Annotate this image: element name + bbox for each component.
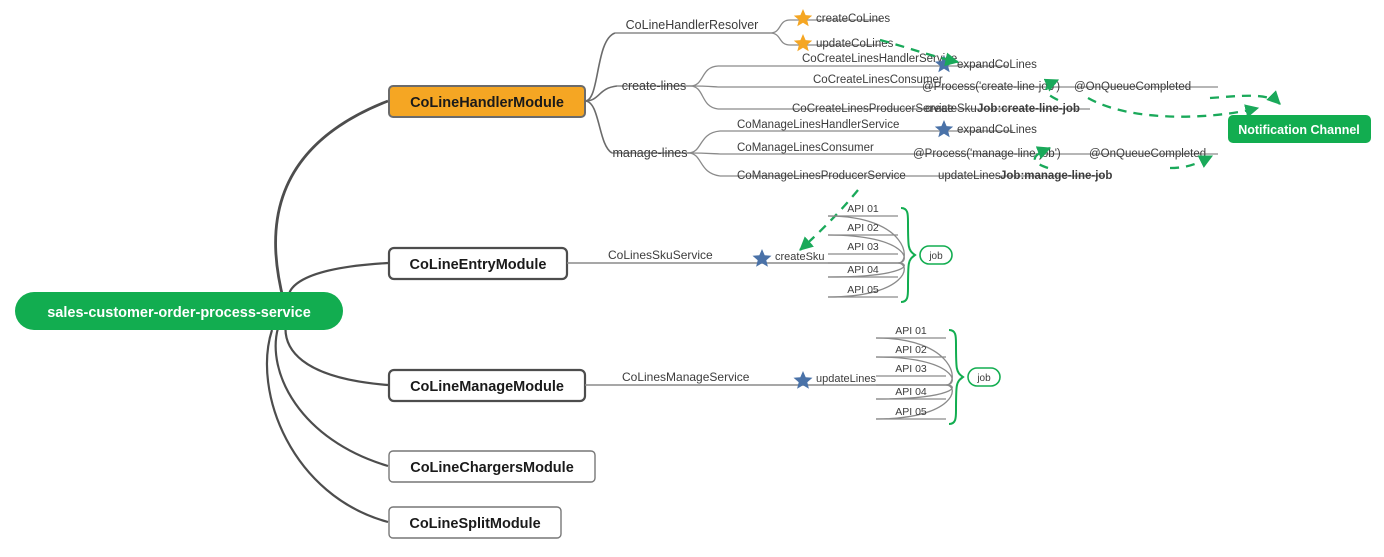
- api-label: API 04: [895, 386, 927, 398]
- entry-module-api-list[interactable]: API 01 API 02 API 03 API 04 API 05: [828, 203, 898, 298]
- service-comanagelinesproducerservice[interactable]: CoManageLinesProducerService updateLines…: [720, 170, 1112, 182]
- api-label: API 05: [895, 406, 927, 418]
- star-icon: [793, 34, 813, 52]
- service-label-comanagelinesproducerservice: CoManageLinesProducerService: [737, 170, 906, 182]
- annotation-onqueuecompleted-manage: @OnQueueCompleted: [1089, 148, 1206, 160]
- module-node-colinehandlermodule[interactable]: CoLineHandlerModule: [388, 85, 586, 118]
- annotation-createsku-producer: createSku: [925, 103, 977, 115]
- module-label-colinechargersmodule: CoLineChargersModule: [410, 460, 574, 476]
- notification-channel-label: Notification Channel: [1238, 123, 1360, 137]
- handler-module-trunk: [584, 32, 618, 154]
- service-label-colinesmanageservice: CoLinesManageService: [622, 370, 750, 384]
- api-label: API 02: [895, 344, 927, 356]
- star-icon: [934, 120, 954, 138]
- root-node-label: sales-customer-order-process-service: [47, 305, 311, 321]
- annotation-onqueuecompleted-create: @OnQueueCompleted: [1074, 81, 1191, 93]
- star-icon: [793, 9, 813, 27]
- branch-label-colinehandlerresolver: CoLineHandlerResolver: [626, 18, 759, 32]
- mindmap-canvas: sales-customer-order-process-service CoL…: [0, 0, 1384, 557]
- module-node-colinechargersmodule[interactable]: CoLineChargersModule: [388, 450, 596, 483]
- notification-channel-node[interactable]: Notification Channel: [1228, 115, 1371, 143]
- annotation-job-manage-line-job: Job:manage-line-job: [1000, 170, 1112, 182]
- api-label: API 05: [847, 284, 879, 296]
- resolver-child-label-createcolines: createCoLines: [816, 13, 890, 25]
- module-label-colinehandlermodule: CoLineHandlerModule: [410, 95, 564, 111]
- service-cocreatelineshandlerservice[interactable]: CoCreateLinesHandlerService expandCoLine…: [718, 53, 1037, 73]
- resolver-child-createcolines[interactable]: createCoLines: [790, 9, 890, 27]
- job-group-label: job: [928, 251, 943, 262]
- service-cocreatelinesproducerservice[interactable]: CoCreateLinesProducerService createSku J…: [718, 103, 1090, 115]
- flow-arrows-longpath: [1087, 97, 1260, 118]
- curve-to-handler-module: [274, 99, 389, 303]
- api-label: API 02: [847, 222, 879, 234]
- branch-manage-lines[interactable]: manage-lines CoManageLinesHandlerService…: [612, 119, 1218, 182]
- annotation-expandcolines-create: expandCoLines: [957, 59, 1037, 71]
- api-label: API 03: [847, 241, 879, 253]
- manage-module-branch[interactable]: CoLinesManageService updateLines: [585, 370, 946, 389]
- branch-create-lines[interactable]: create-lines CoCreateLinesHandlerService…: [617, 53, 1218, 115]
- entry-module-job-group[interactable]: job: [900, 207, 953, 303]
- module-node-colinemanagemodule[interactable]: CoLineManageModule: [387, 368, 587, 403]
- branch-label-manage-lines: manage-lines: [612, 146, 687, 160]
- method-label-updatelines: updateLines: [816, 373, 876, 385]
- star-icon: [752, 249, 772, 267]
- service-label-comanagelinesconsumer: CoManageLinesConsumer: [737, 142, 874, 154]
- root-node[interactable]: sales-customer-order-process-service: [15, 292, 343, 330]
- service-comanagelinesconsumer[interactable]: CoManageLinesConsumer @Process('manage-l…: [720, 142, 1218, 160]
- api-label: API 04: [847, 264, 879, 276]
- annotation-updatelines-producer: updateLines: [938, 170, 1001, 182]
- annotation-process-create-line-job: @Process('create-line-job'): [922, 81, 1060, 93]
- module-label-colinesplitmodule: CoLineSplitModule: [409, 516, 540, 532]
- method-label-createsku: createSku: [775, 251, 825, 263]
- service-comanagelineshandlerservice[interactable]: CoManageLinesHandlerService expandCoLine…: [720, 119, 1037, 138]
- job-group-label: job: [976, 373, 991, 384]
- annotation-job-create-line-job: Job:create-line-job: [977, 103, 1080, 115]
- service-label-comanagelineshandlerservice: CoManageLinesHandlerService: [737, 119, 899, 131]
- manage-module-api-list[interactable]: API 01 API 02 API 03 API 04 API 05: [876, 325, 946, 420]
- service-label-colinesskuservice: CoLinesSkuService: [608, 248, 713, 262]
- api-label: API 01: [895, 325, 927, 337]
- module-node-colineentrymodule[interactable]: CoLineEntryModule: [387, 246, 569, 281]
- star-icon: [793, 371, 813, 389]
- annotation-expandcolines-manage: expandCoLines: [957, 124, 1037, 136]
- branch-label-create-lines: create-lines: [622, 79, 687, 93]
- module-node-colinesplitmodule[interactable]: CoLineSplitModule: [388, 506, 562, 539]
- flow-to-notification-channel: [1087, 97, 1260, 118]
- resolver-child-updatecolines[interactable]: updateCoLines: [790, 34, 894, 52]
- module-label-colinemanagemodule: CoLineManageModule: [410, 379, 564, 395]
- api-label: API 03: [895, 363, 927, 375]
- flow-onqueuecompleted-to-notification-upper: [1209, 90, 1281, 105]
- service-cocreatelinesconsumer[interactable]: CoCreateLinesConsumer @Process('create-l…: [718, 74, 1218, 93]
- curve-to-manage-module: [284, 321, 389, 387]
- curve-to-split-module: [265, 329, 389, 524]
- mindmap-svg: sales-customer-order-process-service CoL…: [15, 9, 1371, 539]
- branch-colinehandlerresolver[interactable]: CoLineHandlerResolver createCoLines upda…: [615, 9, 894, 52]
- manage-module-job-group[interactable]: job: [948, 329, 1001, 425]
- api-label: API 01: [847, 203, 879, 215]
- module-label-colineentrymodule: CoLineEntryModule: [410, 257, 547, 273]
